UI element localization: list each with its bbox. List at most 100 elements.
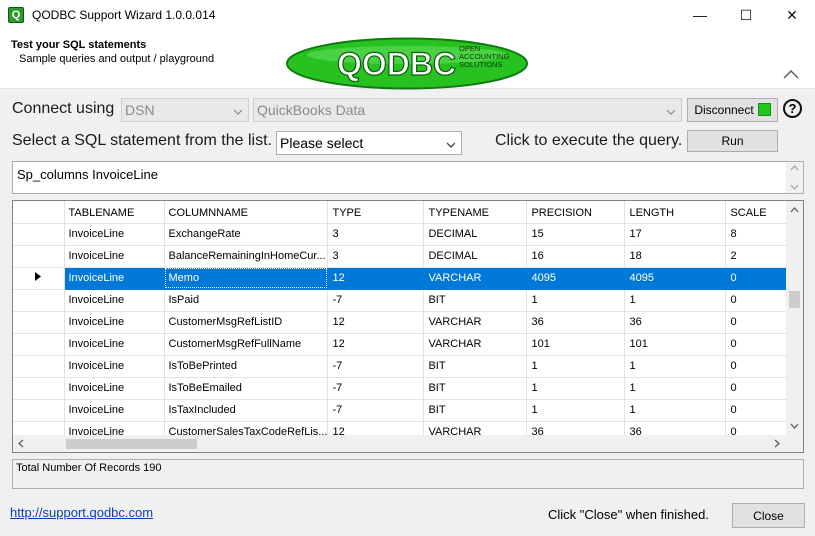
- table-cell[interactable]: VARCHAR: [423, 333, 528, 356]
- row-header[interactable]: [13, 333, 65, 356]
- table-cell[interactable]: DECIMAL: [423, 223, 528, 246]
- table-row[interactable]: InvoiceLine ExchangeRate 3 DECIMAL 15 17 8: [13, 223, 797, 246]
- table-cell[interactable]: 16: [526, 245, 626, 268]
- table-cell[interactable]: 4095: [624, 267, 727, 290]
- sql-scrollbar[interactable]: [786, 162, 803, 193]
- support-link[interactable]: http://support.qodbc.com: [10, 505, 153, 520]
- sql-query-input[interactable]: Sp_columns InvoiceLine: [12, 161, 804, 194]
- table-cell[interactable]: IsPaid: [164, 289, 329, 312]
- column-header[interactable]: TABLENAME: [64, 201, 165, 224]
- row-header[interactable]: [13, 311, 65, 334]
- grid-vertical-scroll-thumb[interactable]: [789, 291, 800, 308]
- table-cell[interactable]: 17: [624, 223, 727, 246]
- table-cell[interactable]: 1: [624, 355, 727, 378]
- table-cell[interactable]: 18: [624, 245, 727, 268]
- column-header[interactable]: TYPENAME: [423, 201, 528, 224]
- table-cell[interactable]: 36: [526, 311, 626, 334]
- scroll-up-icon[interactable]: [790, 207, 799, 213]
- scroll-right-icon[interactable]: [774, 439, 780, 448]
- table-cell[interactable]: 12: [327, 333, 425, 356]
- table-cell[interactable]: 101: [624, 333, 727, 356]
- table-cell[interactable]: InvoiceLine: [64, 267, 165, 290]
- row-header[interactable]: [13, 355, 65, 378]
- table-row[interactable]: InvoiceLine BalanceRemainingInHomeCur... 3…: [13, 245, 797, 268]
- table-cell[interactable]: 1: [624, 289, 727, 312]
- table-cell[interactable]: 3: [327, 223, 425, 246]
- grid-horizontal-scrollbar[interactable]: [13, 435, 786, 452]
- help-icon[interactable]: ?: [783, 99, 802, 118]
- scroll-left-icon[interactable]: [18, 439, 24, 448]
- table-row[interactable]: InvoiceLine CustomerMsgRefListID 12 VARCHAR…: [13, 311, 797, 334]
- table-row[interactable]: InvoiceLine CustomerMsgRefFullName 12 VARCH…: [13, 333, 797, 356]
- table-cell[interactable]: InvoiceLine: [64, 355, 165, 378]
- sql-statement-select[interactable]: Please select: [276, 131, 462, 155]
- table-cell[interactable]: CustomerMsgRefListID: [164, 311, 329, 334]
- minimize-button[interactable]: —: [677, 0, 723, 31]
- disconnect-button[interactable]: Disconnect: [687, 98, 778, 122]
- table-cell[interactable]: 101: [526, 333, 626, 356]
- table-cell[interactable]: InvoiceLine: [64, 245, 165, 268]
- column-header[interactable]: COLUMNNAME: [164, 201, 329, 224]
- table-cell[interactable]: IsTaxIncluded: [164, 399, 329, 422]
- run-button[interactable]: Run: [687, 130, 778, 152]
- maximize-button[interactable]: ☐: [723, 0, 769, 31]
- row-header[interactable]: [13, 289, 65, 312]
- table-cell[interactable]: BIT: [423, 399, 528, 422]
- table-cell[interactable]: 12: [327, 267, 425, 290]
- grid-vertical-scrollbar[interactable]: [786, 201, 803, 435]
- table-cell[interactable]: Memo: [164, 267, 329, 290]
- table-cell[interactable]: -7: [327, 289, 425, 312]
- table-row[interactable]: InvoiceLine IsToBePrinted -7 BIT 1 1 0: [13, 355, 797, 378]
- column-header[interactable]: LENGTH: [624, 201, 727, 224]
- table-cell[interactable]: 4095: [526, 267, 626, 290]
- column-header[interactable]: PRECISION: [526, 201, 626, 224]
- table-cell[interactable]: InvoiceLine: [64, 333, 165, 356]
- connect-mode-select[interactable]: DSN: [121, 98, 249, 122]
- row-header[interactable]: [13, 377, 65, 400]
- table-cell[interactable]: InvoiceLine: [64, 223, 165, 246]
- table-row[interactable]: InvoiceLine IsPaid -7 BIT 1 1 0: [13, 289, 797, 312]
- dsn-select[interactable]: QuickBooks Data: [253, 98, 682, 122]
- row-header[interactable]: [13, 267, 65, 290]
- table-cell[interactable]: 1: [526, 289, 626, 312]
- close-window-button[interactable]: ✕: [769, 0, 815, 31]
- table-cell[interactable]: IsToBePrinted: [164, 355, 329, 378]
- table-cell[interactable]: CustomerMsgRefFullName: [164, 333, 329, 356]
- table-cell[interactable]: DECIMAL: [423, 245, 528, 268]
- table-cell[interactable]: -7: [327, 377, 425, 400]
- table-cell[interactable]: VARCHAR: [423, 311, 528, 334]
- table-cell[interactable]: BIT: [423, 289, 528, 312]
- table-row[interactable]: InvoiceLine Memo 12 VARCHAR 4095 4095 0: [13, 267, 797, 290]
- table-cell[interactable]: InvoiceLine: [64, 399, 165, 422]
- table-row[interactable]: InvoiceLine IsToBeEmailed -7 BIT 1 1 0: [13, 377, 797, 400]
- table-row[interactable]: InvoiceLine IsTaxIncluded -7 BIT 1 1 0: [13, 399, 797, 422]
- table-cell[interactable]: 12: [327, 311, 425, 334]
- table-cell[interactable]: 15: [526, 223, 626, 246]
- table-cell[interactable]: -7: [327, 355, 425, 378]
- table-cell[interactable]: 1: [526, 355, 626, 378]
- table-cell[interactable]: 1: [526, 377, 626, 400]
- row-header[interactable]: [13, 399, 65, 422]
- table-cell[interactable]: 1: [624, 377, 727, 400]
- scroll-down-icon[interactable]: [790, 423, 799, 429]
- close-button[interactable]: Close: [732, 503, 805, 528]
- table-cell[interactable]: InvoiceLine: [64, 289, 165, 312]
- table-cell[interactable]: InvoiceLine: [64, 311, 165, 334]
- scroll-up-icon[interactable]: [790, 165, 799, 171]
- table-cell[interactable]: 1: [624, 399, 727, 422]
- table-cell[interactable]: 36: [624, 311, 727, 334]
- grid-horizontal-scroll-thumb[interactable]: [66, 439, 197, 449]
- row-header[interactable]: [13, 245, 65, 268]
- collapse-chevron-icon[interactable]: [782, 67, 800, 81]
- row-header[interactable]: [13, 223, 65, 246]
- table-cell[interactable]: 3: [327, 245, 425, 268]
- results-grid[interactable]: TABLENAME COLUMNNAME TYPE TYPENAME PRECI…: [12, 200, 804, 453]
- table-cell[interactable]: BalanceRemainingInHomeCur...: [164, 245, 329, 268]
- table-cell[interactable]: InvoiceLine: [64, 377, 165, 400]
- table-cell[interactable]: ExchangeRate: [164, 223, 329, 246]
- table-cell[interactable]: BIT: [423, 355, 528, 378]
- table-cell[interactable]: -7: [327, 399, 425, 422]
- table-cell[interactable]: VARCHAR: [423, 267, 528, 290]
- table-cell[interactable]: 1: [526, 399, 626, 422]
- table-cell[interactable]: IsToBeEmailed: [164, 377, 329, 400]
